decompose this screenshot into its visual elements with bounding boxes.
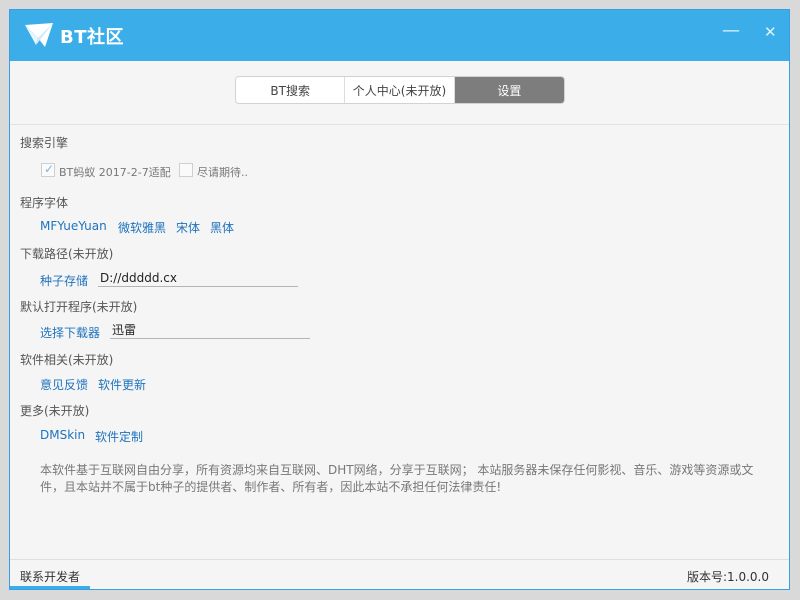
close-icon[interactable]: ✕ [764,23,777,41]
tab-settings[interactable]: 设置 [454,77,564,103]
paper-plane-logo-icon [25,23,53,47]
custom-software-link[interactable]: 软件定制 [95,428,143,445]
disclaimer-text: 本软件基于互联网自由分享，所有资源均来自互联网、DHT网络，分享于互联网； 本站… [40,463,754,494]
app-title: BT社区 [60,27,124,48]
dmskin-link[interactable]: DMSkin [40,428,85,442]
download-path-input[interactable] [98,269,298,287]
status-bar: 联系开发者 版本号:1.0.0.0 [10,559,789,589]
font-option-songti[interactable]: 宋体 [176,219,200,236]
software-label: 软件相关(未开放) [20,353,114,367]
check-icon: ✓ [44,162,55,176]
engine-btant-checkbox[interactable]: ✓ [41,162,55,177]
minimize-icon[interactable]: — [722,20,740,41]
header-divider [10,124,789,125]
feedback-link[interactable]: 意见反馈 [40,376,88,393]
choose-downloader-button[interactable]: 选择下载器 [40,324,100,341]
title-bar[interactable]: BT社区 — ✕ [10,10,789,61]
engine-coming-soon-label: 尽请期待.. [197,166,248,179]
download-path-label: 下载路径(未开放) [20,247,114,261]
tab-personal-center[interactable]: 个人中心(未开放) [345,77,455,103]
font-label: 程序字体 [20,196,69,210]
contact-developer-link[interactable]: 联系开发者 [20,568,80,585]
font-option-mfyueyuan[interactable]: MFYueYuan [40,219,107,233]
contact-underline [10,586,90,589]
tab-bt-search[interactable]: BT搜索 [236,77,346,103]
downloader-input[interactable] [110,321,310,339]
font-option-heiti[interactable]: 黑体 [210,219,234,236]
more-label: 更多(未开放) [20,404,90,418]
font-option-yahei[interactable]: 微软雅黑 [118,219,166,236]
tab-bar: BT搜索 个人中心(未开放) 设置 [235,76,565,104]
app-window: BT社区 — ✕ BT搜索 个人中心(未开放) 设置 搜索引擎 ✓ BT蚂蚁 2… [9,9,790,590]
engine-btant-label: BT蚂蚁 2017-2-7适配 [59,166,171,179]
search-engine-label: 搜索引擎 [20,136,69,150]
engine-coming-soon-checkbox[interactable] [179,163,193,177]
software-update-link[interactable]: 软件更新 [98,376,146,393]
default-program-label: 默认打开程序(未开放) [20,300,138,314]
version-label: 版本号:1.0.0.0 [686,570,769,584]
torrent-storage-button[interactable]: 种子存储 [40,272,88,289]
